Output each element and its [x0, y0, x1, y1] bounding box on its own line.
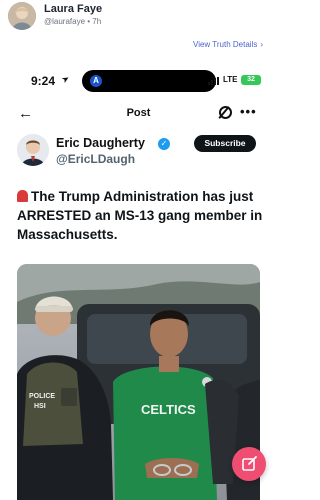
- status-time: 9:24: [31, 74, 56, 88]
- battery-icon: 32: [241, 75, 261, 85]
- chevron-right-icon: ›: [260, 40, 263, 49]
- dynamic-island: A: [82, 70, 216, 92]
- author-meta: @laurafaye • 7h: [44, 17, 102, 26]
- author-handle[interactable]: @EricLDaugh: [56, 152, 135, 166]
- arrest-photo: POLICE HSI CELTICS: [17, 264, 260, 500]
- author-avatar-photo: [17, 134, 49, 166]
- compose-icon: [242, 456, 257, 471]
- view-truth-details-link[interactable]: View Truth Details ›: [193, 40, 263, 49]
- vest-text-police: POLICE: [29, 393, 55, 400]
- author-name[interactable]: Laura Faye: [44, 3, 102, 15]
- network-label: LTE: [223, 75, 238, 84]
- outer-post-header: Laura Faye @laurafaye • 7h: [0, 0, 277, 34]
- vest-text-hsi: HSI: [34, 403, 46, 410]
- island-app-icon: A: [90, 75, 102, 87]
- post-image[interactable]: POLICE HSI CELTICS: [17, 264, 260, 500]
- post-nav-bar: ← Post •••: [8, 102, 269, 126]
- phone-status-bar: 9:24 ➤ A LTE 32: [8, 60, 269, 100]
- post-text: The Trump Administration has just ARREST…: [17, 187, 263, 244]
- view-details-label: View Truth Details: [193, 40, 258, 49]
- avatar[interactable]: [8, 2, 36, 30]
- subscribe-button[interactable]: Subscribe: [194, 135, 256, 152]
- post-author: Eric Daugherty ✓ @EricLDaugh Subscribe: [8, 130, 269, 174]
- author-avatar[interactable]: [17, 134, 49, 166]
- siren-emoji-icon: [17, 190, 28, 202]
- avatar-photo: [8, 2, 36, 30]
- embedded-screenshot[interactable]: 9:24 ➤ A LTE 32 ← Post ••• Eric Daughert…: [8, 60, 269, 500]
- signal-icon: [208, 77, 220, 85]
- more-icon[interactable]: •••: [240, 104, 257, 119]
- grok-icon[interactable]: [219, 106, 232, 119]
- compose-button[interactable]: [232, 447, 266, 481]
- shirt-text: CELTICS: [141, 402, 196, 417]
- verified-badge-icon: ✓: [158, 138, 170, 150]
- location-arrow-icon: ➤: [59, 72, 72, 86]
- post-body: The Trump Administration has just ARREST…: [17, 189, 263, 242]
- truth-post-view: Laura Faye @laurafaye • 7h View Truth De…: [0, 0, 277, 500]
- author-display-name[interactable]: Eric Daugherty: [56, 136, 145, 150]
